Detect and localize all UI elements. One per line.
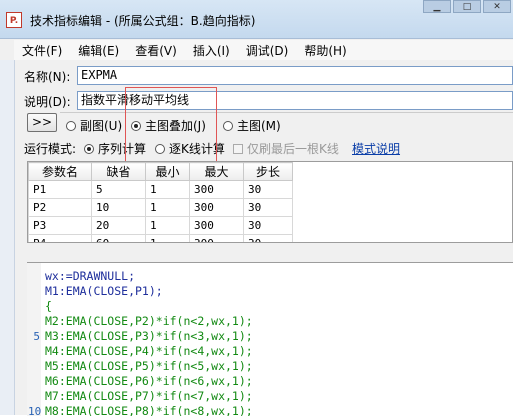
param-max[interactable]: 300 [189,180,244,199]
expand-button[interactable]: >> [27,113,57,132]
radio-sequence-calc-label: 序列计算 [98,142,147,156]
radio-main-overlay[interactable]: 主图叠加(J) [131,117,206,134]
param-min[interactable]: 1 [145,180,190,199]
code-text: M6:EMA(CLOSE,P6)*if(n<6,wx,1); [45,374,253,388]
radio-sub-chart[interactable]: 副图(U) [66,117,122,134]
code-text: M2:EMA(CLOSE,P2)*if(n<2,wx,1); [45,314,253,328]
name-field[interactable]: EXPMA [77,66,513,85]
menu-file[interactable]: 文件(F) [14,42,70,59]
col-header-max[interactable]: 最大 [189,162,244,181]
line-number: 10 [28,405,42,416]
param-name[interactable]: P4 [28,234,92,242]
code-line[interactable]: M2:EMA(CLOSE,P2)*if(n<2,wx,1); [45,314,253,329]
description-field[interactable]: 指数平滑移动平均线 [77,91,513,110]
radio-main-chart[interactable]: 主图(M) [223,117,281,134]
param-step[interactable]: 30 [243,216,293,235]
code-text: M4:EMA(CLOSE,P4)*if(n<4,wx,1); [45,344,253,358]
params-table: 参数名 缺省 最小 最大 步长 P1 5 1 300 30 P2 10 1 30… [27,161,513,243]
table-row[interactable]: P1 5 1 300 30 [28,180,293,199]
left-side-strip [0,60,15,415]
param-step[interactable]: 30 [243,180,293,199]
radio-main-overlay-label: 主图叠加(J) [145,119,206,133]
code-line[interactable]: M6:EMA(CLOSE,P6)*if(n<6,wx,1); [45,374,253,389]
col-header-default[interactable]: 缺省 [91,162,146,181]
code-text: M7:EMA(CLOSE,P7)*if(n<7,wx,1); [45,389,253,403]
code-line[interactable]: M7:EMA(CLOSE,P7)*if(n<7,wx,1); [45,389,253,404]
code-line[interactable]: 10 M8:EMA(CLOSE,P8)*if(n<8,wx,1); [28,404,253,416]
description-label: 说明(D): [24,95,71,109]
radio-main-chart-dot [223,120,233,131]
code-text: M3:EMA(CLOSE,P3)*if(n<3,wx,1); [45,329,253,343]
maximize-icon[interactable]: □ [453,0,481,13]
menu-edit[interactable]: 编辑(E) [70,42,127,59]
formula-editor-window: P. 技术指标编辑 - (所属公式组：B.趋向指标) ▁ □ ✕ 文件(F) 编… [0,0,513,416]
name-label: 名称(N): [24,70,71,84]
param-default[interactable]: 5 [91,180,146,199]
code-line[interactable]: M5:EMA(CLOSE,P5)*if(n<5,wx,1); [45,359,253,374]
radio-bar-calc-dot [155,143,165,154]
menu-bar: 文件(F) 编辑(E) 查看(V) 插入(I) 调试(D) 帮助(H) [14,40,513,60]
title-bar[interactable]: P. 技术指标编辑 - (所属公式组：B.趋向指标) ▁ □ ✕ [0,0,513,39]
code-line[interactable]: { [45,299,253,314]
code-text: { [45,299,52,313]
param-max[interactable]: 300 [189,198,244,217]
radio-sequence-calc[interactable]: 序列计算 [84,140,146,157]
radio-sub-chart-dot [66,120,76,131]
last-bar-only-box [233,143,243,154]
menu-help[interactable]: 帮助(H) [296,42,354,59]
col-header-name[interactable]: 参数名 [28,162,92,181]
close-icon[interactable]: ✕ [483,0,511,13]
radio-sequence-calc-dot [84,143,94,154]
mode-help-link[interactable]: 模式说明 [352,140,400,157]
menu-insert[interactable]: 插入(I) [185,42,238,59]
param-min[interactable]: 1 [145,198,190,217]
param-name[interactable]: P2 [28,198,92,217]
code-editor[interactable]: wx:=DRAWNULL; M1:EMA(CLOSE,P1); { M2:EMA… [27,262,513,416]
params-header-row: 参数名 缺省 最小 最大 步长 [28,162,293,181]
radio-bar-calc-label: 逐K线计算 [169,142,225,156]
param-min[interactable]: 1 [145,234,190,242]
param-max[interactable]: 300 [189,216,244,235]
param-name[interactable]: P1 [28,180,92,199]
chart-type-group: 副图(U) 主图叠加(J) 主图(M) [60,112,513,135]
param-max[interactable]: 300 [189,234,244,242]
param-default[interactable]: 60 [91,234,146,242]
radio-main-chart-label: 主图(M) [237,119,281,133]
table-row[interactable]: P4 60 1 300 30 [28,234,293,242]
run-mode-label: 运行模式: [24,142,77,156]
code-line[interactable]: wx:=DRAWNULL; [45,269,253,284]
table-row[interactable]: P3 20 1 300 30 [28,216,293,235]
app-icon: P. [6,12,22,28]
col-header-min[interactable]: 最小 [145,162,190,181]
param-default[interactable]: 20 [91,216,146,235]
param-default[interactable]: 10 [91,198,146,217]
radio-sub-chart-label: 副图(U) [80,119,123,133]
code-text: M1:EMA(CLOSE,P1); [45,284,163,298]
code-text: M8:EMA(CLOSE,P8)*if(n<8,wx,1); [45,404,253,416]
menu-debug[interactable]: 调试(D) [238,42,297,59]
minimize-icon[interactable]: ▁ [423,0,451,13]
table-row[interactable]: P2 10 1 300 30 [28,198,293,217]
col-header-step[interactable]: 步长 [243,162,293,181]
line-number: 5 [33,330,40,343]
param-name[interactable]: P3 [28,216,92,235]
last-bar-only-checkbox[interactable]: 仅刷最后一根K线 [233,140,339,157]
menu-view[interactable]: 查看(V) [127,42,185,59]
title-controls: ▁ □ ✕ [423,0,511,14]
param-min[interactable]: 1 [145,216,190,235]
radio-main-overlay-dot [131,120,141,131]
window-title: 技术指标编辑 - (所属公式组：B.趋向指标) [30,14,256,28]
last-bar-only-label: 仅刷最后一根K线 [247,142,339,156]
code-line[interactable]: M1:EMA(CLOSE,P1); [45,284,253,299]
code-line[interactable]: 5 M3:EMA(CLOSE,P3)*if(n<3,wx,1); [33,329,253,344]
code-line[interactable]: M4:EMA(CLOSE,P4)*if(n<4,wx,1); [45,344,253,359]
code-lines: wx:=DRAWNULL; M1:EMA(CLOSE,P1); { M2:EMA… [28,269,253,416]
code-text: wx:=DRAWNULL; [45,269,136,283]
param-step[interactable]: 30 [243,198,293,217]
radio-bar-calc[interactable]: 逐K线计算 [155,140,225,157]
code-text: M5:EMA(CLOSE,P5)*if(n<5,wx,1); [45,359,253,373]
param-step[interactable]: 30 [243,234,293,242]
